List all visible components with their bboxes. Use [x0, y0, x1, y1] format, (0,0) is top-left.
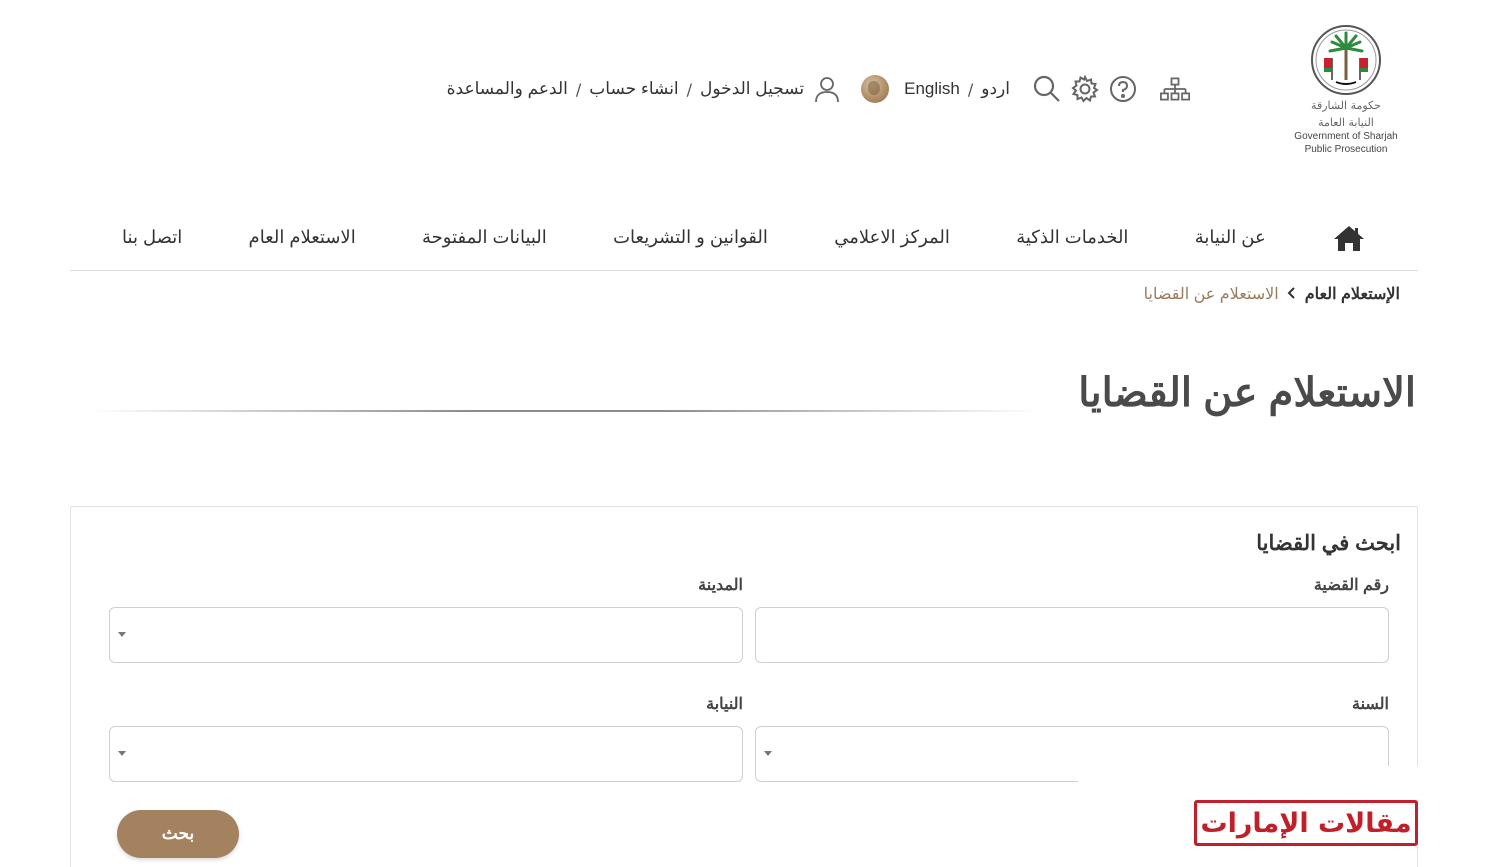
auth-separator: / [686, 79, 693, 99]
lang-separator: / [967, 79, 974, 99]
caret-down-icon [118, 751, 126, 756]
year-label: السنة [1352, 696, 1389, 713]
breadcrumb-current: الاستعلام عن القضايا [1143, 286, 1279, 303]
city-label: المدينة [698, 577, 743, 594]
logo-arabic-line1: حكومة الشارقة [1311, 99, 1381, 112]
nav-public-inquiry[interactable]: الاستعلام العام [249, 227, 356, 248]
breadcrumb-parent[interactable]: الإستعلام العام [1305, 284, 1400, 304]
lang-english-link[interactable]: English [904, 79, 960, 99]
nav-about[interactable]: عن النيابة [1195, 227, 1266, 248]
search-card-heading: ابحث في القضايا [1256, 532, 1401, 555]
utility-bar: اردو / English تسجيل الدخول / انشاء حساب… [447, 72, 1190, 106]
support-link[interactable]: الدعم والمساعدة [447, 79, 568, 99]
search-icon[interactable] [1032, 74, 1062, 104]
logo[interactable]: حكومة الشارقة النيابة العامة Government … [1284, 24, 1408, 174]
city-select[interactable] [109, 607, 743, 663]
register-link[interactable]: انشاء حساب [589, 79, 678, 99]
support-separator: / [575, 79, 582, 99]
help-icon[interactable] [1108, 74, 1138, 104]
settings-icon[interactable] [1070, 74, 1100, 104]
title-divider [90, 410, 1040, 412]
page-title: الاستعلام عن القضايا [1078, 371, 1416, 415]
logo-english-line2: Public Prosecution [1304, 144, 1388, 155]
main-nav: عن النيابة الخدمات الذكية المركز الاعلام… [70, 205, 1418, 271]
watermark-backdrop [1078, 766, 1418, 800]
login-link[interactable]: تسجيل الدخول [700, 79, 804, 99]
search-button[interactable]: بحث [117, 810, 239, 858]
page: حكومة الشارقة النيابة العامة Government … [0, 0, 1500, 867]
chevron-left-icon [1287, 286, 1297, 303]
sitemap-icon[interactable] [1160, 74, 1190, 104]
nav-laws[interactable]: القوانين و التشريعات [613, 227, 768, 248]
prosecution-select[interactable] [109, 726, 743, 782]
nav-media-center[interactable]: المركز الاعلامي [834, 227, 950, 248]
breadcrumb: الإستعلام العام الاستعلام عن القضايا [1144, 284, 1400, 304]
globe-icon[interactable] [860, 74, 890, 104]
home-icon[interactable] [1332, 223, 1366, 253]
caret-down-icon [118, 632, 126, 637]
logo-arabic-line2: النيابة العامة [1318, 116, 1374, 129]
lang-urdu-link[interactable]: اردو [981, 79, 1010, 99]
nav-open-data[interactable]: البيانات المفتوحة [422, 227, 547, 248]
prosecution-label: النيابة [706, 696, 743, 713]
caret-down-icon [764, 751, 772, 756]
nav-contact[interactable]: اتصل بنا [122, 227, 182, 248]
logo-english-line1: Government of Sharjah [1294, 131, 1398, 142]
user-icon[interactable] [812, 74, 842, 104]
emblem-icon [1311, 25, 1381, 95]
nav-smart-services[interactable]: الخدمات الذكية [1016, 227, 1128, 248]
case-number-input[interactable] [755, 607, 1389, 663]
case-number-label: رقم القضية [1313, 577, 1389, 594]
watermark-logo: مقالات الإمارات [1194, 800, 1418, 846]
